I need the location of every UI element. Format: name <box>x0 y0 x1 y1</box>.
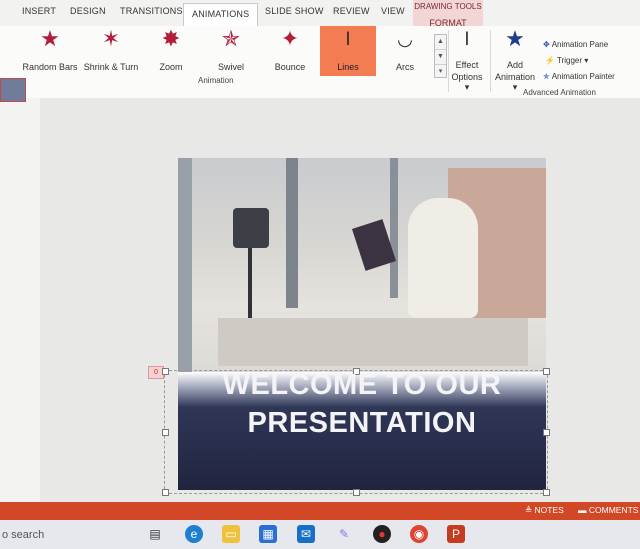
trigger-button[interactable]: ⚡ Trigger ▾ <box>545 56 588 65</box>
slide-thumbnail-pane <box>0 98 41 502</box>
effect-arcs[interactable]: ◡ Arcs <box>382 26 428 76</box>
random-bars-icon: ★ <box>40 26 60 51</box>
effect-zoom[interactable]: ✸ Zoom <box>146 26 196 76</box>
tab-review[interactable]: REVIEW <box>333 6 370 16</box>
animation-pane-label: Animation Pane <box>551 40 609 49</box>
ribbon-tab-bar: INSERT DESIGN TRANSITIONS ANIMATIONS SLI… <box>0 0 640 26</box>
group-label-advanced-animation: Advanced Animation <box>523 88 596 97</box>
lines-icon: ǀ <box>345 29 351 49</box>
add-animation-button[interactable]: ★ Add Animation ▾ <box>492 26 538 93</box>
store-icon[interactable]: ▦ <box>259 525 277 543</box>
animation-pane-icon: ✥ <box>543 40 550 49</box>
effect-options-label-2: Options ▾ <box>451 72 483 92</box>
trigger-icon: ⚡ <box>545 56 555 65</box>
arcs-icon: ◡ <box>397 29 413 49</box>
effect-options-label-1: Effect <box>455 60 479 70</box>
scroll-up-icon[interactable]: ▲ <box>435 35 446 50</box>
notes-button[interactable]: ≜ NOTES <box>525 505 564 516</box>
taskbar-search[interactable]: o search <box>0 525 142 545</box>
animation-painter-label: Animation Painter <box>551 72 615 81</box>
status-bar: ≜ NOTES ▬ COMMENTS <box>0 502 640 520</box>
tab-animations[interactable]: ANIMATIONS <box>183 3 259 26</box>
slide-photo[interactable] <box>178 158 546 372</box>
effect-options-button[interactable]: ǀ Effect Options ▾ <box>448 26 486 92</box>
comments-label: COMMENTS <box>588 505 639 515</box>
ribbon-body: ★ Random Bars ✶ Shrink & Turn ✸ Zoom ✯ S… <box>0 26 640 99</box>
effect-label: Lines <box>337 62 359 72</box>
effect-label: Shrink & Turn <box>83 62 139 72</box>
effect-label: Bounce <box>274 62 306 72</box>
effect-swivel[interactable]: ✯ Swivel <box>206 26 256 76</box>
scroll-down-icon[interactable]: ▼ <box>435 50 446 65</box>
bounce-icon: ✦ <box>280 26 300 51</box>
comments-icon: ▬ <box>578 505 589 515</box>
slide-thumbnail[interactable] <box>0 78 26 102</box>
desk-graphic <box>218 318 528 366</box>
powerpoint-icon[interactable]: P <box>447 525 465 543</box>
drawing-tools-title: DRAWING TOOLS <box>414 2 482 11</box>
swivel-icon: ✯ <box>221 26 241 51</box>
tab-transitions[interactable]: TRANSITIONS <box>120 6 183 16</box>
resize-handle[interactable] <box>162 368 169 375</box>
record-app-icon[interactable]: ● <box>373 525 391 543</box>
effect-options-icon: ǀ <box>464 29 470 49</box>
effect-lines[interactable]: ǀ Lines <box>320 26 376 76</box>
effect-random-bars[interactable]: ★ Random Bars <box>20 26 80 76</box>
mail-icon[interactable]: ✉ <box>297 525 315 543</box>
group-label-animation: Animation <box>198 76 234 85</box>
add-animation-label-1: Add <box>506 60 523 70</box>
edge-icon[interactable]: e <box>185 525 203 543</box>
effect-bounce[interactable]: ✦ Bounce <box>266 26 314 76</box>
effect-label: Arcs <box>396 62 414 72</box>
animation-painter-icon: ✯ <box>543 72 550 81</box>
animation-pane-button[interactable]: ✥ Animation Pane <box>543 40 608 49</box>
tab-view[interactable]: VIEW <box>381 6 405 16</box>
notes-label: NOTES <box>534 505 564 515</box>
file-explorer-icon[interactable]: ▭ <box>222 525 240 543</box>
resize-handle[interactable] <box>543 489 550 496</box>
task-view-icon[interactable]: ▤ <box>146 525 164 543</box>
app-icon[interactable]: ✎ <box>335 525 353 543</box>
gallery-more-icon[interactable]: ▾ <box>435 65 446 79</box>
resize-handle[interactable] <box>162 489 169 496</box>
effect-label: Zoom <box>159 62 183 72</box>
shrink-turn-icon: ✶ <box>101 26 121 51</box>
animation-painter-button[interactable]: ✯ Animation Painter <box>543 72 615 81</box>
effect-label: Random Bars <box>22 62 78 72</box>
comments-button[interactable]: ▬ COMMENTS <box>578 505 638 515</box>
tab-design[interactable]: DESIGN <box>70 6 106 16</box>
effect-shrink-turn[interactable]: ✶ Shrink & Turn <box>80 26 142 76</box>
trigger-label: Trigger ▾ <box>556 56 589 65</box>
slide-title-line-1: WELCOME TO OUR <box>222 369 502 401</box>
tab-slide-show[interactable]: SLIDE SHOW <box>265 6 324 16</box>
zoom-icon: ✸ <box>161 26 181 51</box>
effects-gallery-scroll[interactable]: ▲ ▼ ▾ <box>434 34 447 78</box>
presenter-graphic <box>408 198 478 318</box>
resize-handle[interactable] <box>353 489 360 496</box>
effect-label: Swivel <box>217 62 244 72</box>
add-animation-icon: ★ <box>505 26 525 51</box>
chrome-icon[interactable]: ◉ <box>410 525 428 543</box>
slide-title[interactable]: WELCOME TO OUR PRESENTATION <box>178 366 546 442</box>
camera-graphic <box>233 208 269 248</box>
group-separator <box>490 30 491 92</box>
tab-insert[interactable]: INSERT <box>22 6 56 16</box>
slide-title-line-2: PRESENTATION <box>247 407 477 439</box>
resize-handle[interactable] <box>162 429 169 436</box>
